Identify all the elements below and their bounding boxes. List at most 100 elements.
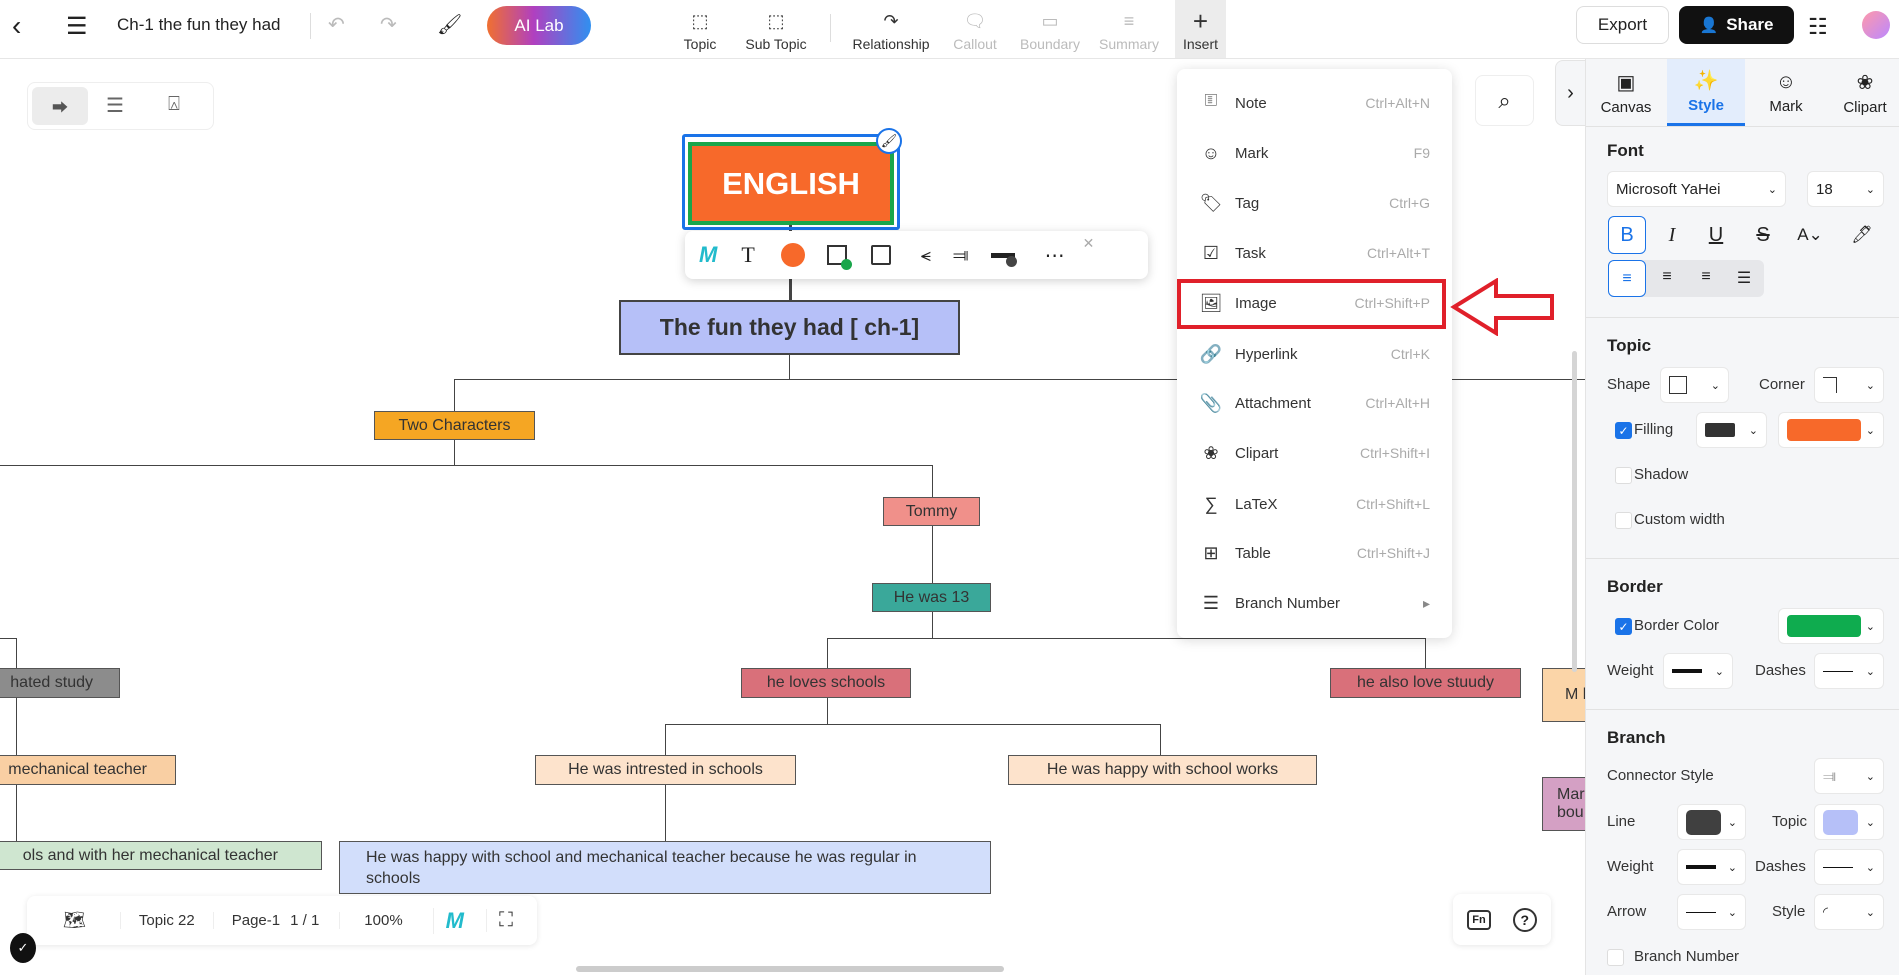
branch-dashes-select[interactable]: ⌄ xyxy=(1814,849,1884,885)
menu-item-task[interactable]: ☑ Task Ctrl+Alt+T xyxy=(1177,231,1452,275)
map-icon[interactable]: 🗺 xyxy=(63,910,86,931)
branch-number-checkbox[interactable] xyxy=(1607,949,1624,966)
border-color-icon[interactable] xyxy=(826,245,852,270)
fullscreen-icon[interactable]: ⛶ xyxy=(486,909,513,932)
tab-mark[interactable]: ☺ Mark xyxy=(1747,59,1825,126)
align-right-button[interactable]: ≡ xyxy=(1687,268,1725,286)
outline-view-icon[interactable]: ☰ xyxy=(106,93,124,118)
shape-icon[interactable] xyxy=(870,245,891,265)
undo-icon[interactable]: ↶ xyxy=(328,12,345,37)
highlight-color-button[interactable]: 🖊 xyxy=(1843,216,1881,254)
subtopic-button[interactable]: ⬚ Sub Topic xyxy=(736,0,816,58)
line-style-icon[interactable] xyxy=(990,252,1017,267)
root-topic-english[interactable]: ENGLISH xyxy=(688,142,894,225)
fill-pattern-select[interactable]: ⌄ xyxy=(1696,412,1767,448)
topic-button[interactable]: ⬚ Topic xyxy=(670,0,730,58)
italic-button[interactable]: I xyxy=(1653,216,1691,254)
node-tommy[interactable]: Tommy xyxy=(883,497,980,526)
format-painter-icon[interactable]: 🖌 xyxy=(437,12,462,37)
presentation-view-icon[interactable]: ⍓ xyxy=(168,93,180,116)
connector-icon[interactable]: ⫥ xyxy=(953,245,969,266)
menu-item-branch-number[interactable]: ☰ Branch Number ▸ xyxy=(1177,581,1452,625)
fill-color-icon[interactable] xyxy=(780,243,805,267)
menu-item-note[interactable]: 🗉 Note Ctrl+Alt+N xyxy=(1177,81,1452,125)
branch-structure-icon[interactable]: ⪪ xyxy=(921,245,931,266)
border-weight-select[interactable]: ⌄ xyxy=(1663,653,1733,689)
filling-checkbox[interactable]: ✓ xyxy=(1615,422,1632,439)
node-schools-and-teacher[interactable]: ols and with her mechanical teacher xyxy=(0,841,322,870)
help-icon[interactable]: ? xyxy=(1512,907,1537,932)
border-dashes-select[interactable]: ⌄ xyxy=(1814,653,1884,689)
shadow-checkbox[interactable] xyxy=(1615,467,1632,484)
more-icon[interactable]: ⋯ xyxy=(1045,243,1065,268)
line-color-select[interactable]: ⌄ xyxy=(1677,804,1746,840)
custom-width-checkbox[interactable] xyxy=(1615,512,1632,529)
apps-grid-icon[interactable]: ☷ xyxy=(1808,14,1828,40)
share-button[interactable]: 👤 Share xyxy=(1679,6,1794,44)
branch-topic-color-select[interactable]: ⌄ xyxy=(1814,804,1884,840)
horizontal-scrollbar[interactable] xyxy=(576,966,1004,972)
node-he-also-love-study[interactable]: he also love stuudy xyxy=(1330,668,1521,698)
font-size-select[interactable]: 18 ⌄ xyxy=(1807,171,1884,207)
export-button[interactable]: Export xyxy=(1576,6,1669,44)
callout-button[interactable]: 🗨 Callout xyxy=(945,0,1005,58)
relationship-button[interactable]: ↷ Relationship xyxy=(846,0,936,58)
summary-button[interactable]: ≡ Summary xyxy=(1094,0,1164,58)
zoom-level[interactable]: 100% xyxy=(339,912,403,929)
branch-weight-select[interactable]: ⌄ xyxy=(1677,849,1746,885)
border-color-select[interactable]: ⌄ xyxy=(1778,608,1884,644)
border-color-checkbox[interactable]: ✓ xyxy=(1615,618,1632,635)
corner-select[interactable]: ⌄ xyxy=(1814,367,1884,403)
close-icon[interactable]: ✕ xyxy=(1083,235,1095,252)
fill-color-select[interactable]: ⌄ xyxy=(1778,412,1884,448)
function-icon[interactable]: Fn xyxy=(1467,909,1491,930)
menu-item-latex[interactable]: ∑ LaTeX Ctrl+Shift+L xyxy=(1177,482,1452,526)
strikethrough-button[interactable]: S xyxy=(1744,216,1782,254)
align-center-button[interactable]: ≡ xyxy=(1648,268,1686,286)
font-family-select[interactable]: Microsoft YaHei ⌄ xyxy=(1607,171,1786,207)
collapse-panel-button[interactable]: › xyxy=(1555,60,1585,126)
vertical-scrollbar[interactable] xyxy=(1572,351,1577,672)
menu-item-tag[interactable]: 🏷 Tag Ctrl+G xyxy=(1177,181,1452,225)
node-he-was-13[interactable]: He was 13 xyxy=(872,583,991,612)
menu-item-hyperlink[interactable]: 🔗 Hyperlink Ctrl+K xyxy=(1177,332,1452,376)
menu-item-attachment[interactable]: 📎 Attachment Ctrl+Alt+H xyxy=(1177,381,1452,425)
node-two-characters[interactable]: Two Characters xyxy=(374,411,535,440)
menu-item-table[interactable]: ⊞ Table Ctrl+Shift+J xyxy=(1177,531,1452,575)
insert-button[interactable]: + Insert xyxy=(1175,0,1226,58)
avatar[interactable] xyxy=(1862,11,1890,39)
node-happy-school-works[interactable]: He was happy with school works xyxy=(1008,755,1317,785)
menu-icon[interactable]: ☰ xyxy=(66,12,88,41)
bold-button[interactable]: B xyxy=(1608,216,1646,254)
page-selector[interactable]: Page-1 xyxy=(212,912,280,929)
node-intrested-in-schools[interactable]: He was intrested in schools xyxy=(535,755,796,785)
text-icon[interactable]: T xyxy=(741,242,754,268)
node-mechanical-teacher[interactable]: mechanical teacher xyxy=(0,755,176,785)
ai-logo-icon[interactable]: M xyxy=(699,242,717,268)
main-topic[interactable]: The fun they had [ ch-1] xyxy=(619,300,960,355)
align-left-button[interactable]: ≡ xyxy=(1608,260,1646,297)
node-he-loves-schools[interactable]: he loves schools xyxy=(741,668,911,698)
ai-lab-button[interactable]: AI Lab xyxy=(487,6,591,45)
branch-style-select[interactable]: ◜ ⌄ xyxy=(1814,894,1884,930)
connector-style-select[interactable]: ⫥ ⌄ xyxy=(1814,758,1884,794)
ai-logo-icon[interactable]: M xyxy=(432,907,464,934)
menu-item-mark[interactable]: ☺ Mark F9 xyxy=(1177,131,1452,175)
node-happy-regular[interactable]: He was happy with school and mechanical … xyxy=(339,841,991,894)
search-button[interactable]: ⌕ xyxy=(1475,75,1534,126)
boundary-button[interactable]: ▭ Boundary xyxy=(1015,0,1085,58)
underline-button[interactable]: U xyxy=(1697,216,1735,254)
back-icon[interactable]: ‹ xyxy=(12,10,21,42)
node-hated-study[interactable]: hated study xyxy=(0,668,120,698)
menu-item-clipart[interactable]: ❀ Clipart Ctrl+Shift+I xyxy=(1177,431,1452,475)
redo-icon[interactable]: ↷ xyxy=(380,12,397,37)
font-color-button[interactable]: A⌄ xyxy=(1791,216,1829,254)
tab-style[interactable]: ✨ Style xyxy=(1667,59,1745,126)
style-brush-icon[interactable]: 🖌 xyxy=(876,128,902,154)
arrow-select[interactable]: ⌄ xyxy=(1677,894,1746,930)
mindmap-view-icon[interactable]: ⮕ xyxy=(32,87,88,125)
document-title[interactable]: Ch-1 the fun they had xyxy=(117,15,281,35)
shape-select[interactable]: ⌄ xyxy=(1660,367,1729,403)
shield-check-icon[interactable]: ✓ xyxy=(10,933,36,963)
tab-canvas[interactable]: ▣ Canvas xyxy=(1587,59,1665,126)
